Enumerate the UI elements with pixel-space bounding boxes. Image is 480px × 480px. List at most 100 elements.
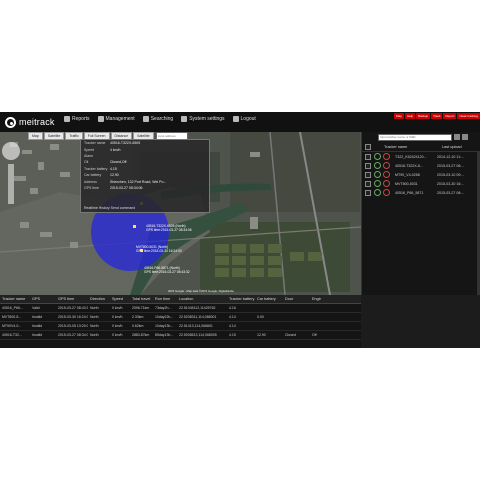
cell-tracker-battery: 4.14	[229, 315, 236, 319]
row-checkbox[interactable]	[365, 171, 371, 178]
logout-icon	[232, 116, 239, 122]
table-row[interactable]: 40516_P66... Valid 2015-03-27 08:43:32 Nort…	[0, 304, 361, 313]
tracker-marker-2[interactable]	[133, 225, 136, 228]
cell-run-time: 73day2h...	[155, 306, 172, 310]
column-header[interactable]: Direction	[88, 297, 110, 301]
alarm-icon	[383, 171, 390, 178]
info-value: 4.15	[110, 166, 117, 171]
select-all-checkbox[interactable]	[365, 143, 371, 150]
menu-reports[interactable]: Reports	[64, 116, 90, 122]
row-checkbox[interactable]	[365, 153, 371, 160]
cell-gps: Invalid	[32, 315, 43, 319]
column-last-upload[interactable]: Last upload	[442, 145, 462, 149]
alarm-icon	[383, 153, 390, 160]
tracker-list-item[interactable]: MT90_V4-0258 2015-03-10 09:...	[362, 170, 480, 179]
cell-tracker-battery: 4.14	[229, 324, 236, 328]
cell-direction: North	[90, 315, 99, 319]
info-popup-actions[interactable]: Realtime History Send command	[84, 206, 135, 210]
info-value: 40516-T322X-6505	[110, 141, 141, 146]
map-zoom-slider[interactable]	[8, 164, 14, 204]
info-key: GPS time	[84, 185, 99, 190]
menu-management[interactable]: Management	[97, 116, 135, 122]
marker-label-2: MVT800-5031 (North) GPS time:2015-03-30 …	[136, 245, 182, 253]
info-key: Tracker name	[84, 141, 106, 146]
menu-logout-label: Logout	[240, 116, 256, 122]
cell-run-time: 85day13h...	[155, 333, 174, 337]
menu-searching[interactable]: Searching	[142, 116, 174, 122]
cell-gps: Invalid	[32, 324, 43, 328]
tracker-list-item[interactable]: MVT800-5031 2015-03-30 16:...	[362, 179, 480, 188]
column-header[interactable]: Engine	[310, 297, 321, 301]
cell-gps-time: 2015-03-05 13:20:05	[58, 324, 88, 328]
tracker-list-item[interactable]: T322_K52424120... 2014-12-10 11:...	[362, 152, 480, 161]
search-icon[interactable]	[454, 134, 460, 140]
column-header[interactable]: Total travel	[130, 297, 153, 301]
column-header[interactable]: Location	[177, 297, 227, 301]
link-map[interactable]: Map	[394, 113, 404, 119]
brand-name: meitrack	[19, 117, 55, 127]
link-backup[interactable]: Backup	[416, 113, 431, 119]
column-header[interactable]: GPS	[30, 297, 56, 301]
tracker-list-item[interactable]: 40516_P66_5871 2015-03-27 08:...	[362, 188, 480, 197]
cell-total-travel: 2.33km	[132, 315, 144, 319]
alarm-icon	[383, 189, 390, 196]
cell-speed: 0 km/h	[112, 333, 123, 337]
table-header: Tracker name GPS GPS time Direction Spee…	[0, 295, 361, 304]
menu-searching-label: Searching	[150, 116, 174, 122]
logo-mark-icon	[5, 116, 16, 128]
search-icon	[142, 116, 149, 122]
row-checkbox[interactable]	[365, 180, 371, 187]
cell-tracker-name: 40516_P66...	[2, 306, 23, 310]
info-value: 2015-03-27 08:34:06	[110, 185, 143, 190]
tracker-name: MVT800-5031	[395, 181, 418, 186]
table-row[interactable]: MT90V4-0... Invalid 2015-03-05 13:20:05 Nor…	[0, 322, 361, 331]
column-tracker-name[interactable]: Tracker name	[384, 145, 442, 149]
column-header[interactable]: Tracker battery	[227, 297, 255, 301]
tracker-name: T322_K52424120...	[395, 154, 427, 159]
satellite-button[interactable]: Satellite	[43, 132, 65, 140]
refresh-icon[interactable]	[462, 134, 468, 140]
top-right-links: Map Help Backup Track Report Clear track…	[393, 113, 480, 119]
cell-run-time: 10day22h...	[155, 315, 174, 319]
cell-speed: 0 km/h	[112, 306, 123, 310]
menu-system-settings[interactable]: System settings	[181, 116, 225, 122]
satellite-map[interactable]: Map Satellite Traffic Full Screen Distan…	[0, 132, 361, 295]
status-icon	[374, 162, 381, 169]
alarm-icon	[383, 162, 390, 169]
info-value: 12.90	[110, 173, 119, 178]
column-header[interactable]: Tracker name	[0, 297, 30, 301]
column-header[interactable]: GPS time	[56, 297, 88, 301]
link-track[interactable]: Track	[431, 113, 443, 119]
info-value: 4 km/h	[110, 147, 121, 152]
tracker-search-input[interactable]	[378, 133, 452, 141]
column-header[interactable]: Run time	[153, 297, 177, 301]
tracker-list-header: Tracker name Last upload	[362, 142, 480, 152]
cell-direction: North	[90, 306, 99, 310]
row-checkbox[interactable]	[365, 189, 371, 196]
table-row[interactable]: 40516-T32... Invalid 2015-03-27 08:34:06 No…	[0, 331, 361, 340]
column-header[interactable]: Speed	[110, 297, 130, 301]
link-report[interactable]: Report	[443, 113, 457, 119]
column-header[interactable]: Car battery	[255, 297, 283, 301]
link-help[interactable]: Help	[404, 113, 416, 119]
column-header[interactable]: Door	[283, 297, 310, 301]
cell-direction: North	[90, 324, 99, 328]
table-row[interactable]: MVT800-5... Invalid 2015-03-30 16:24:03 Nor…	[0, 313, 361, 322]
map-pan-control[interactable]	[2, 142, 20, 160]
map-type-button[interactable]: Map	[28, 132, 43, 140]
cell-total-travel: 0.62km	[132, 324, 144, 328]
row-checkbox[interactable]	[365, 162, 371, 169]
link-clear-tracking[interactable]: Clear tracking	[457, 113, 480, 119]
tracker-list-item[interactable]: 40516-T322X-6... 2015-03-27 08:...	[362, 161, 480, 170]
main-menu: Reports Management Searching System sett…	[64, 116, 264, 122]
cell-speed: 0 km/h	[112, 324, 123, 328]
status-icon	[374, 189, 381, 196]
cell-door: Closed	[285, 333, 296, 337]
cell-gps-time: 2015-03-27 08:43:32	[58, 306, 88, 310]
last-upload: 2015-03-30 16:...	[437, 181, 465, 186]
cell-run-time: 10day13h...	[155, 324, 174, 328]
menu-logout[interactable]: Logout	[232, 116, 256, 122]
tracker-status-table: Tracker name GPS GPS time Direction Spee…	[0, 295, 361, 348]
map-copyright: 2015 Google - Map data ©2015 Google, Dig…	[168, 289, 234, 293]
info-key: Oil	[84, 160, 89, 165]
